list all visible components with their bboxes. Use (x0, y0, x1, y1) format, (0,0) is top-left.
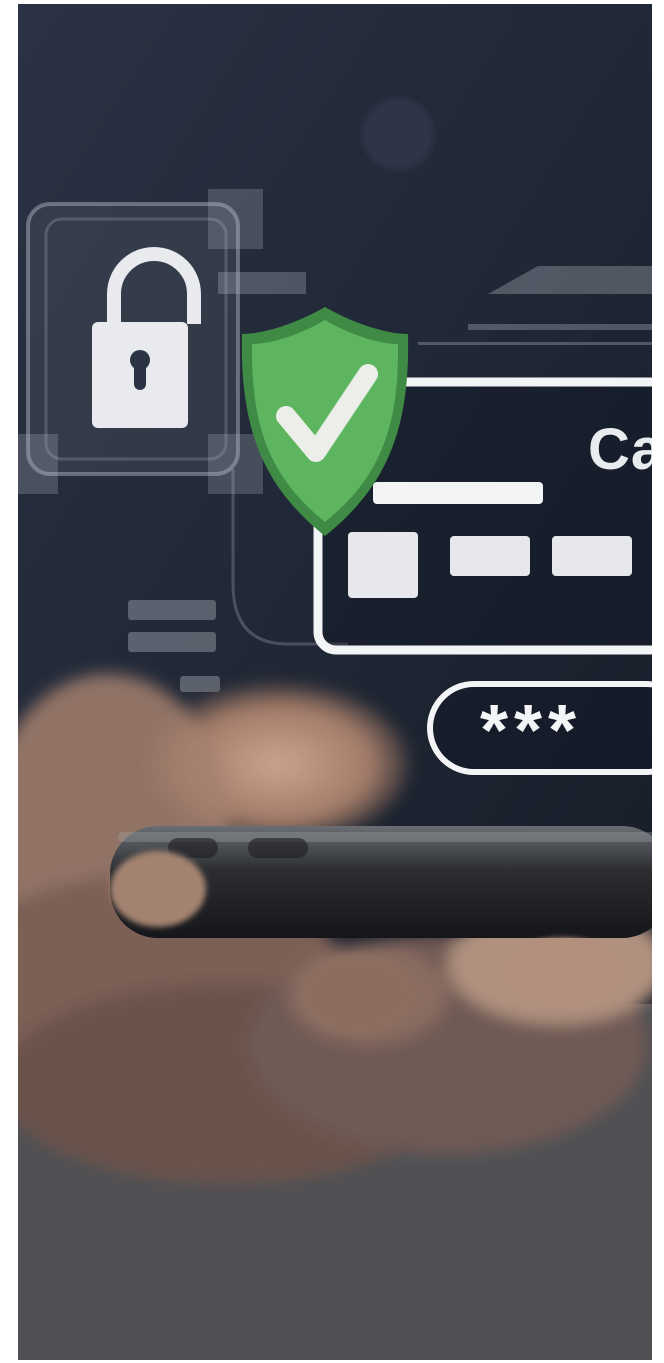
photo-illustration (18, 4, 652, 1360)
button-blur (362, 98, 434, 170)
hero-photo: Ca *** (18, 4, 652, 1360)
password-mask-text: *** (480, 691, 583, 771)
card-label-text: Ca (588, 417, 652, 482)
